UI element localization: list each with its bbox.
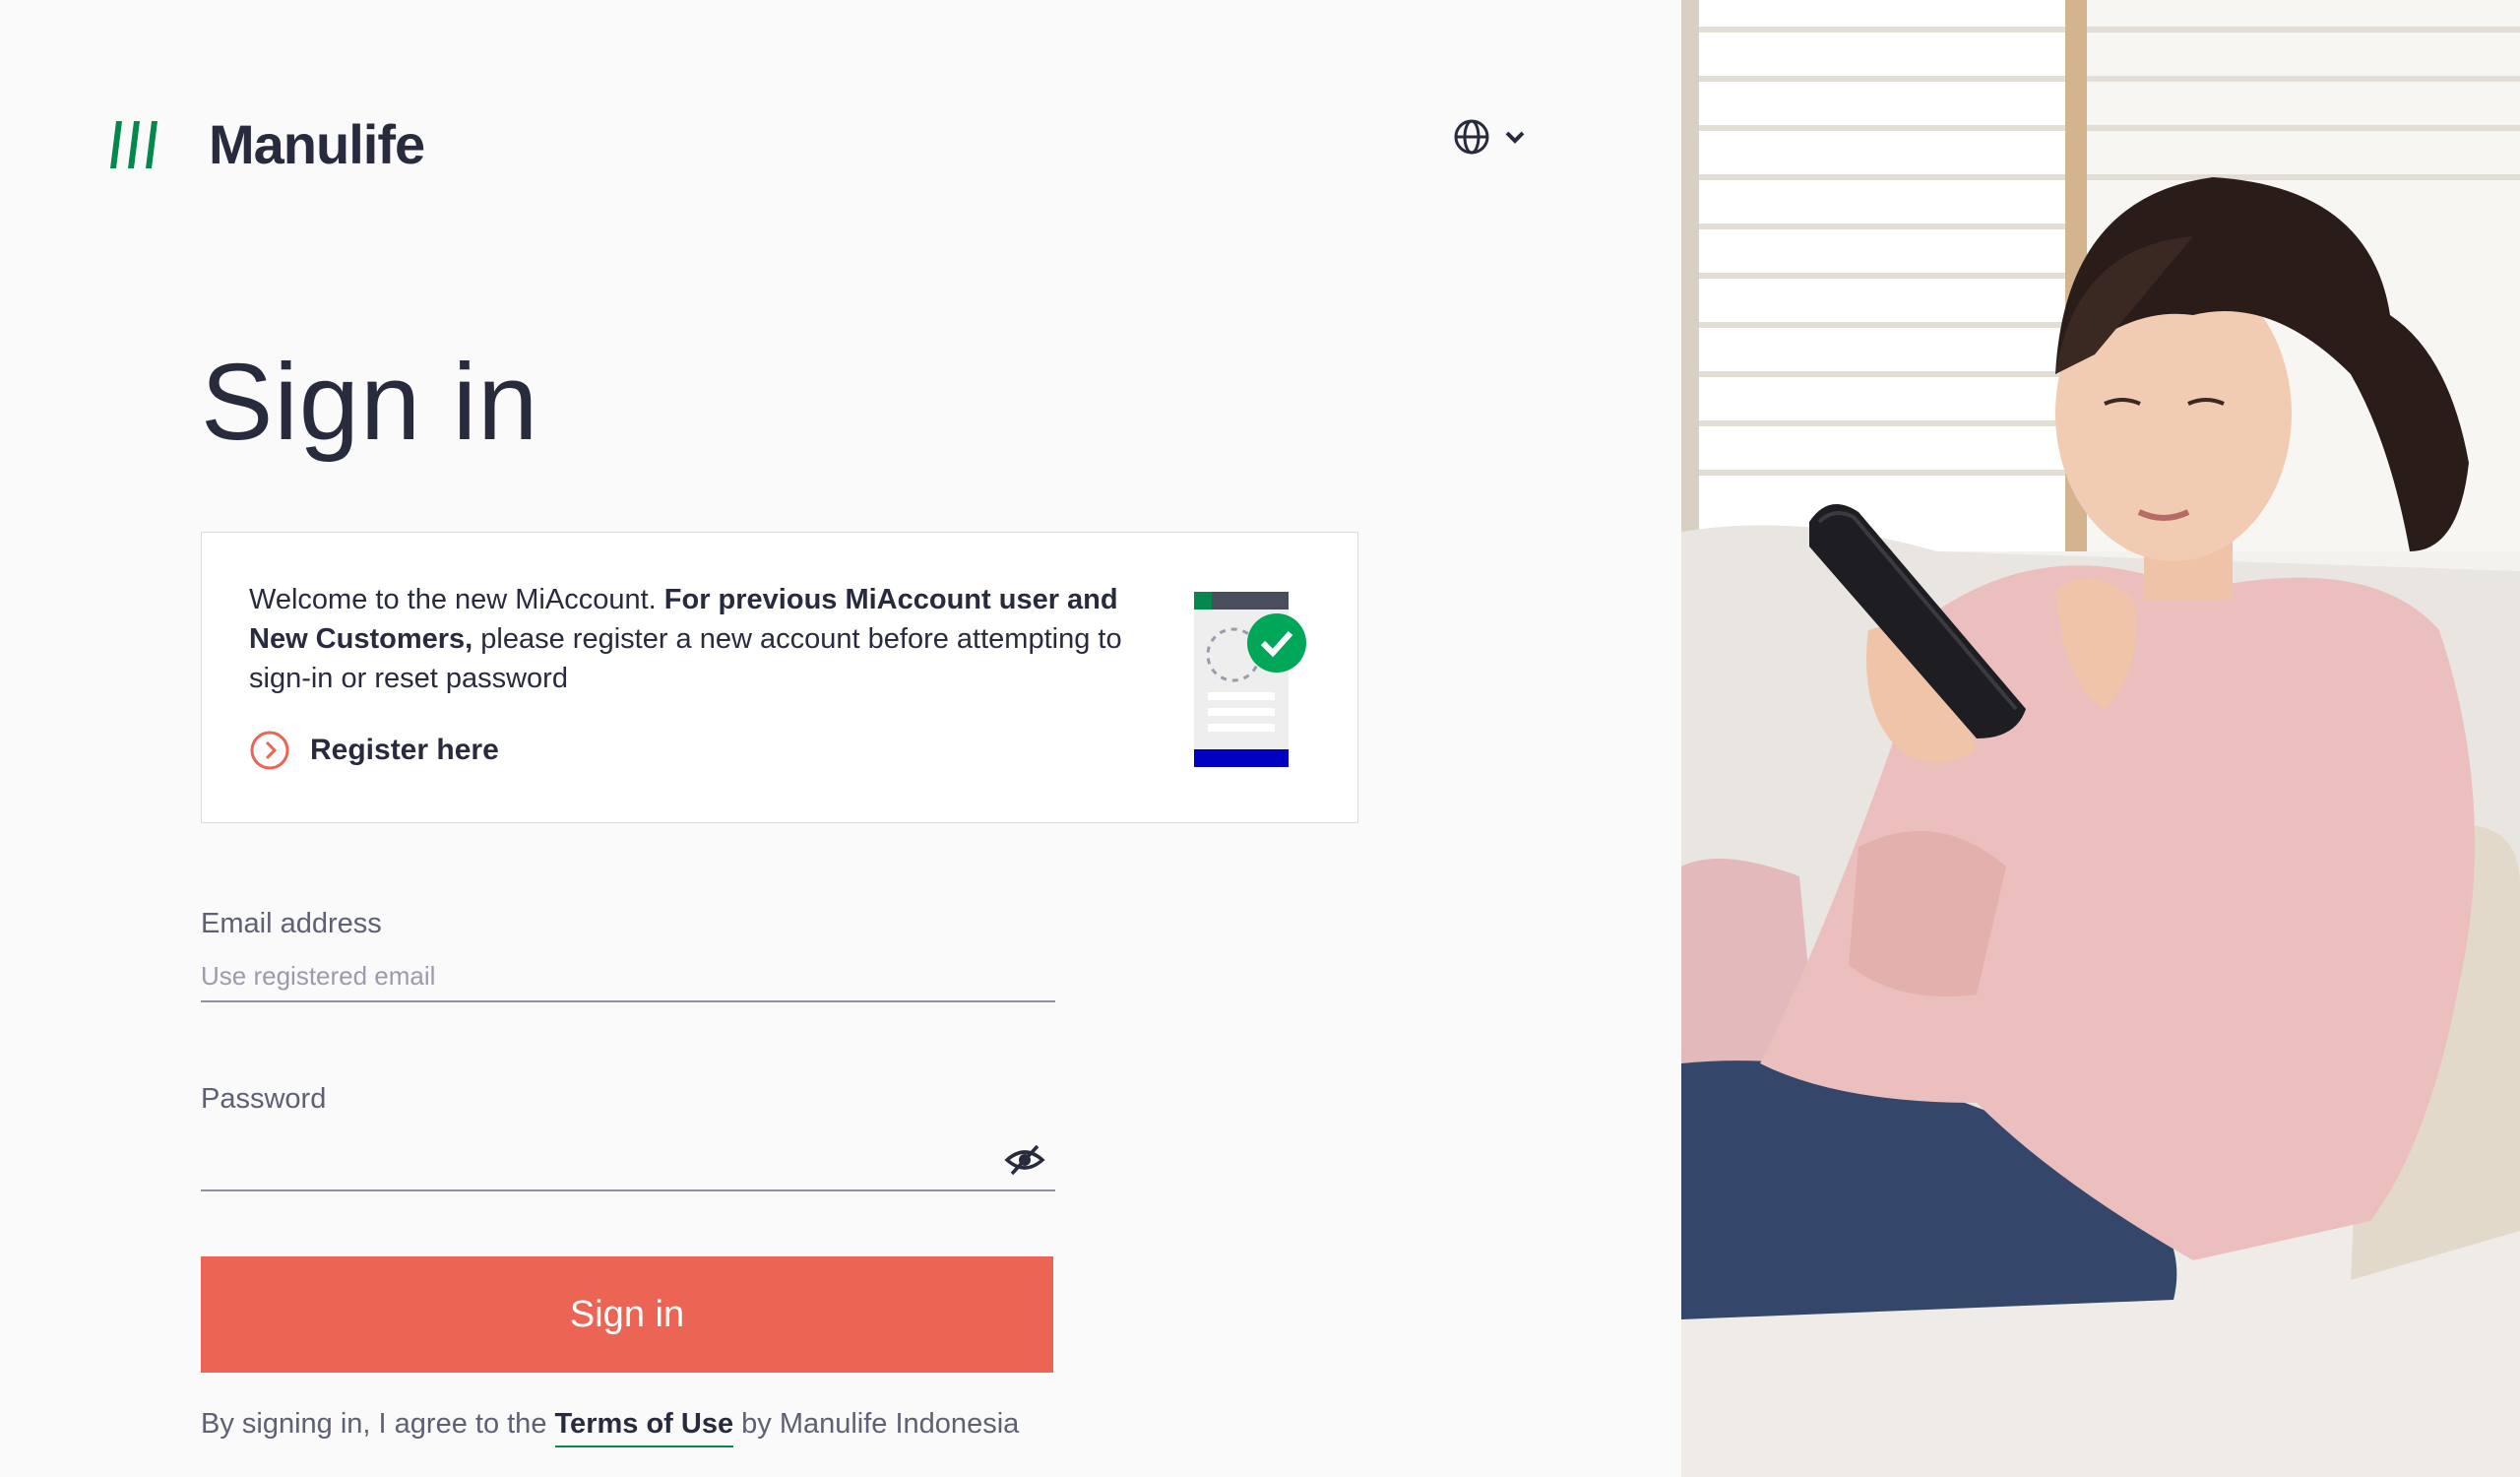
hero-photo <box>1681 0 2520 1477</box>
terms-suffix: by Manulife Indonesia <box>733 1408 1020 1440</box>
eye-slash-icon[interactable] <box>1004 1142 1045 1178</box>
woman-with-phone-photo <box>1681 0 2520 1477</box>
register-label: Register here <box>310 734 499 766</box>
chevron-down-icon <box>1505 131 1525 144</box>
sign-in-button[interactable]: Sign in <box>201 1256 1053 1373</box>
register-link[interactable]: Register here <box>249 730 499 771</box>
notice-intro: Welcome to the new MiAccount. <box>249 584 664 615</box>
email-label: Email address <box>201 908 382 939</box>
manulife-logo-icon <box>110 120 158 168</box>
terms-of-use-link[interactable]: Terms of Use <box>554 1408 734 1447</box>
login-panel: Manulife Sign in Welcome to the new MiAc… <box>0 0 1681 1477</box>
password-input[interactable] <box>201 1140 1055 1191</box>
brand-name: Manulife <box>209 113 425 175</box>
registration-notice-text: Welcome to the new MiAccount. For previo… <box>249 580 1135 698</box>
page-title: Sign in <box>201 342 539 463</box>
manulife-logo[interactable]: Manulife <box>106 112 425 176</box>
terms-notice: By signing in, I agree to the Terms of U… <box>201 1408 1020 1447</box>
chevron-right-circle-icon <box>250 731 289 770</box>
globe-icon <box>1454 119 1489 155</box>
language-selector[interactable] <box>1453 118 1526 156</box>
terms-prefix: By signing in, I agree to the <box>201 1408 555 1440</box>
phone-verified-illustration <box>1194 592 1306 767</box>
registration-notice-card: Welcome to the new MiAccount. For previo… <box>201 532 1358 823</box>
email-input[interactable] <box>201 951 1055 1002</box>
password-label: Password <box>201 1083 327 1115</box>
